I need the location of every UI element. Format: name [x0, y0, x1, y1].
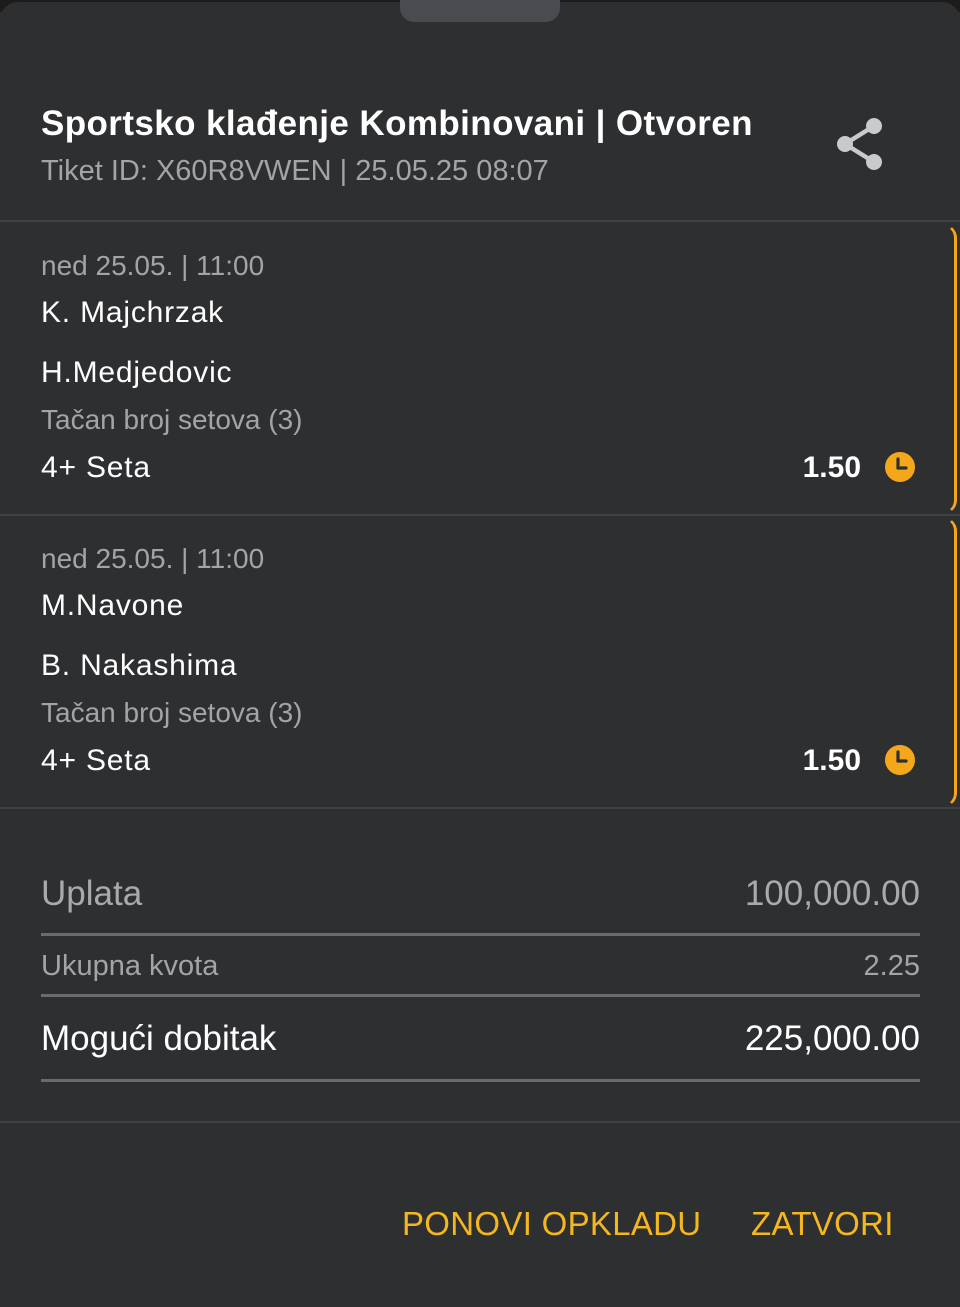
event-pick: 4+ Seta: [41, 451, 151, 484]
stake-value: 100,000.00: [744, 874, 920, 913]
total-odds-row: Ukupna kvota 2.25: [41, 950, 920, 983]
event-card[interactable]: ned 25.05. | 11:00 K. Majchrzak H.Medjed…: [0, 224, 957, 514]
repeat-bet-button[interactable]: PONOVI OPKLADU: [402, 1205, 701, 1243]
sheet-grabber[interactable]: [400, 0, 560, 22]
footer-divider: [0, 1121, 960, 1123]
event-pick: 4+ Seta: [41, 744, 151, 777]
stake-label: Uplata: [41, 874, 143, 913]
share-button[interactable]: [826, 110, 894, 178]
clock-icon: [885, 452, 915, 482]
event-date: ned 25.05. | 11:00: [41, 250, 265, 281]
payout-label: Mogući dobitak: [41, 1019, 277, 1058]
events-bottom-divider: [0, 807, 960, 809]
event-odd: 1.50: [802, 451, 861, 484]
total-odds-value: 2.25: [863, 950, 920, 982]
event-home-player: K. Majchrzak: [41, 296, 224, 329]
ticket-sheet: Sportsko klađenje Kombinovani | Otvoren …: [0, 0, 960, 1307]
summary-divider: [41, 1079, 920, 1082]
event-away-player: H.Medjedovic: [41, 356, 233, 389]
event-card[interactable]: ned 25.05. | 11:00 M.Navone B. Nakashima…: [0, 517, 957, 807]
clock-icon: [885, 745, 915, 775]
share-icon: [837, 118, 882, 170]
total-odds-label: Ukupna kvota: [41, 950, 219, 982]
event-away-player: B. Nakashima: [41, 649, 238, 682]
event-market: Tačan broj setova (3): [41, 697, 303, 728]
event-divider: [0, 514, 960, 516]
ticket-title: Sportsko klađenje Kombinovani | Otvoren: [41, 104, 753, 143]
stake-row: Uplata 100,000.00: [41, 874, 920, 914]
event-odd: 1.50: [802, 744, 861, 777]
event-home-player: M.Navone: [41, 589, 185, 622]
summary-divider: [41, 933, 920, 936]
summary-divider: [41, 994, 920, 997]
ticket-subtitle: Tiket ID: X60R8VWEN | 25.05.25 08:07: [41, 155, 549, 187]
payout-value: 225,000.00: [744, 1019, 920, 1058]
event-market: Tačan broj setova (3): [41, 404, 303, 435]
event-date: ned 25.05. | 11:00: [41, 543, 265, 574]
payout-row: Mogući dobitak 225,000.00: [41, 1019, 920, 1059]
header-divider: [0, 220, 960, 222]
close-button[interactable]: ZATVORI: [751, 1205, 894, 1243]
